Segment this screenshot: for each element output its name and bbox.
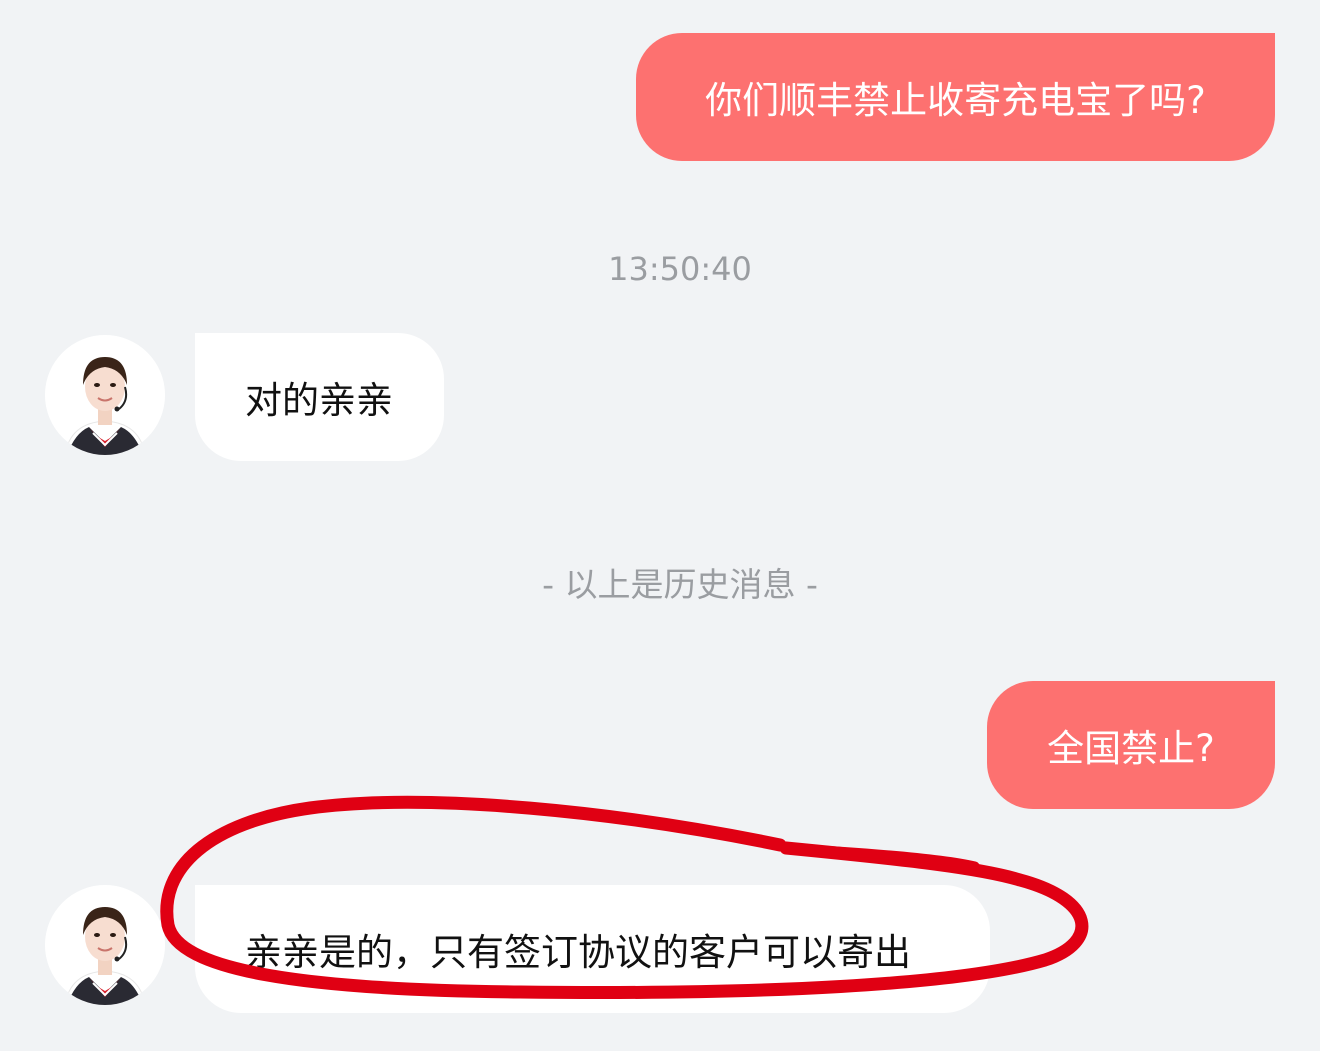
agent-message-bubble: 对的亲亲 [195,333,444,461]
agent-avatar-icon [45,335,165,455]
user-message-text: 全国禁止? [1047,727,1215,770]
agent-message-text: 亲亲是的，只有签订协议的客户可以寄出 [245,931,911,974]
user-message-text: 你们顺丰禁止收寄充电宝了吗? [705,79,1206,122]
message-timestamp: 13:50:40 [608,250,752,288]
agent-message-text: 对的亲亲 [245,379,393,422]
user-message-bubble: 你们顺丰禁止收寄充电宝了吗? [636,33,1275,161]
history-divider: - 以上是历史消息 - [542,565,818,604]
agent-message-bubble: 亲亲是的，只有签订协议的客户可以寄出 [195,885,990,1013]
user-message-bubble: 全国禁止? [987,681,1275,809]
agent-avatar-icon [45,885,165,1005]
